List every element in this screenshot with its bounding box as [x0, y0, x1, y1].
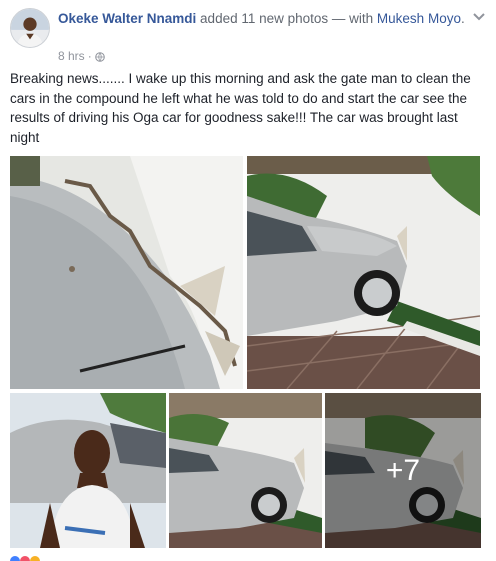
photo-2-car-crash[interactable] [247, 156, 480, 389]
globe-icon[interactable] [94, 51, 105, 62]
post-timestamp-link[interactable]: 8 hrs [58, 49, 85, 63]
more-photos-overlay[interactable]: +7 [325, 393, 481, 548]
author-name-link[interactable]: Okeke Walter Nnamdi [58, 11, 196, 26]
meta-separator: · [87, 49, 92, 63]
photo-4-car-side[interactable] [169, 393, 322, 548]
post-meta: 8 hrs · [58, 49, 105, 63]
chevron-down-icon[interactable] [472, 12, 486, 22]
post-body-text: Breaking news....... I wake up this morn… [10, 71, 471, 145]
feed-post: Okeke Walter Nnamdi added 11 new photos … [0, 0, 496, 561]
reaction-icons-partial [10, 556, 40, 561]
tagged-suffix: . [460, 11, 465, 26]
photo-5-more-photos[interactable]: +7 [325, 393, 481, 548]
post-header-line: Okeke Walter Nnamdi added 11 new photos … [58, 9, 468, 28]
author-avatar[interactable] [10, 8, 50, 48]
photo-1-wall-damage[interactable] [10, 156, 243, 389]
tagged-user-link[interactable]: Mukesh Moyo [377, 11, 461, 26]
photo-3-selfie[interactable] [10, 393, 166, 548]
avatar-image [11, 9, 49, 47]
post-action-text: added 11 new photos — with [196, 11, 377, 26]
post-header: Okeke Walter Nnamdi added 11 new photos … [10, 8, 486, 64]
